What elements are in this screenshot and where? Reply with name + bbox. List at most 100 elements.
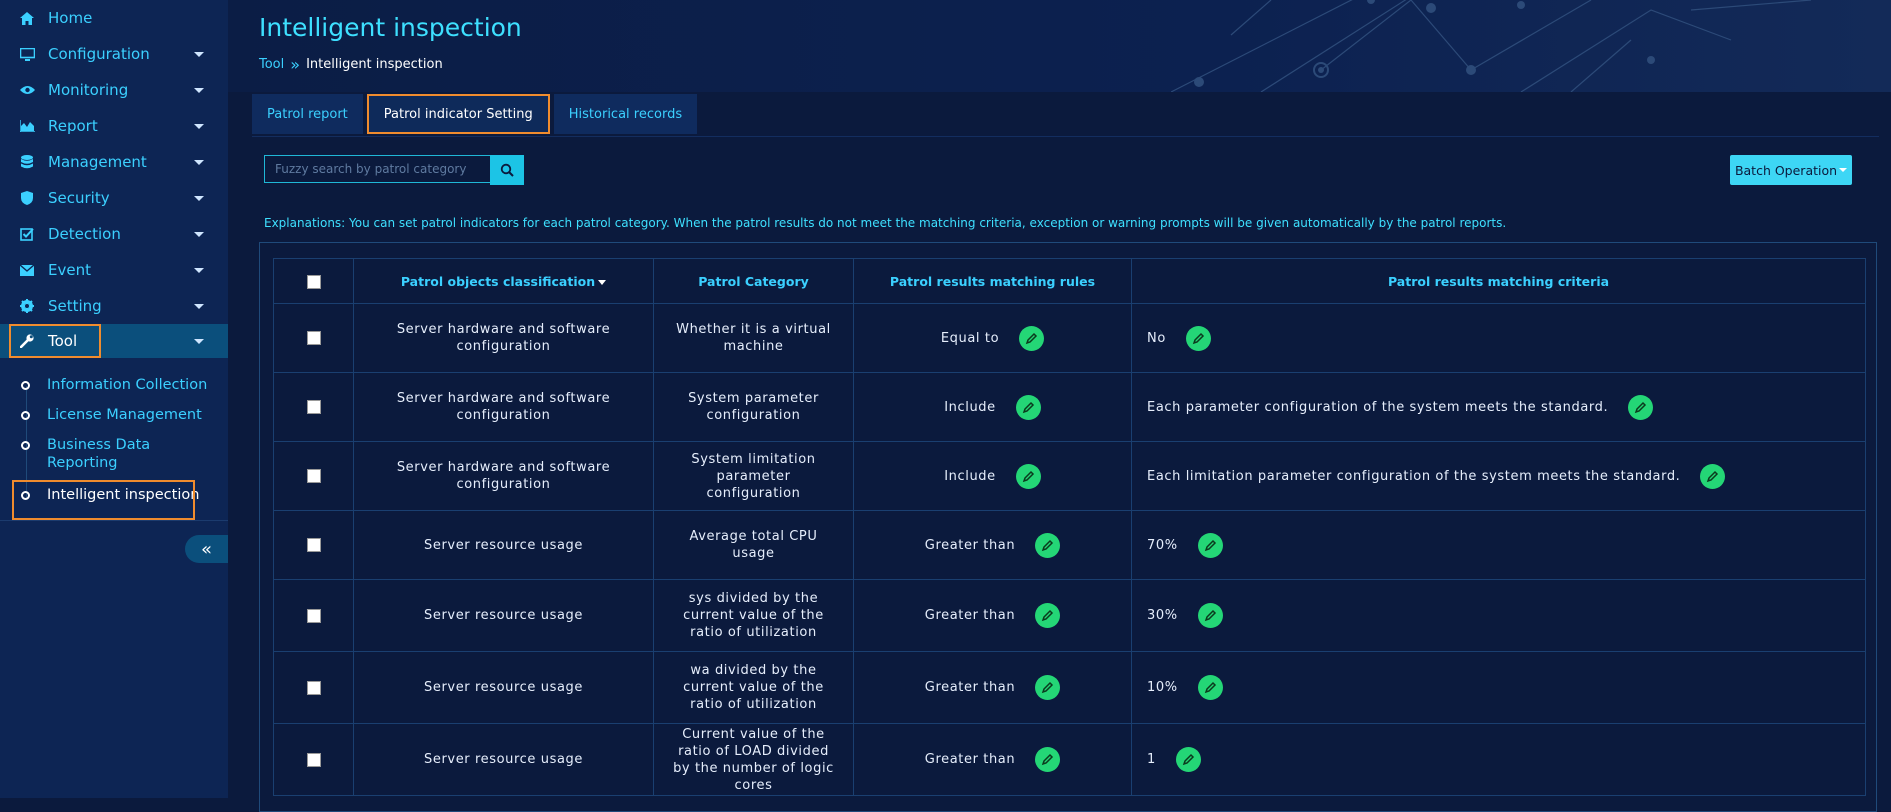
table-row: Server resource usage Current value of t… — [273, 723, 1866, 796]
sort-down-icon[interactable] — [598, 279, 607, 285]
edit-rule-button[interactable] — [1015, 394, 1041, 420]
row-checkbox[interactable] — [306, 608, 321, 623]
cell-rule: Include — [853, 372, 1132, 442]
nav-item-configuration[interactable]: Configuration — [0, 37, 228, 71]
header-classification[interactable]: Patrol objects classification — [353, 258, 654, 304]
cell-category: System parameter configuration — [653, 372, 854, 442]
area-chart-icon — [18, 120, 36, 132]
edit-rule-button[interactable] — [1035, 603, 1061, 628]
pencil-icon — [1042, 539, 1054, 551]
row-checkbox[interactable] — [306, 752, 321, 767]
collapse-sidebar-button[interactable]: « — [185, 535, 228, 563]
cell-criteria: 10% — [1131, 651, 1866, 724]
cell-rule: Greater than — [853, 723, 1132, 796]
intelligent-inspection-highlight-box — [12, 480, 195, 520]
nav-item-detection[interactable]: Detection — [0, 217, 228, 251]
edit-criteria-button[interactable] — [1628, 394, 1654, 420]
double-chevron-left-icon: « — [200, 538, 212, 560]
criteria-text: Each parameter configuration of the syst… — [1147, 399, 1609, 415]
chevron-down-icon — [194, 231, 204, 237]
criteria-text: Each limitation parameter configuration … — [1147, 468, 1681, 484]
edit-criteria-button[interactable] — [1175, 747, 1201, 772]
edit-rule-button[interactable] — [1035, 532, 1061, 558]
row-checkbox[interactable] — [306, 400, 321, 414]
cell-classification: Server resource usage — [353, 651, 654, 724]
nav-item-report[interactable]: Report — [0, 109, 228, 143]
nav-label-setting: Setting — [48, 297, 102, 315]
search-input[interactable] — [264, 155, 490, 183]
nav-item-monitoring[interactable]: Monitoring — [0, 73, 228, 107]
rule-text: Equal to — [940, 330, 1000, 346]
circle-icon — [21, 381, 30, 390]
monitor-icon — [18, 47, 36, 61]
cell-category: Whether it is a virtual machine — [653, 303, 854, 373]
breadcrumb-current: Intelligent inspection — [306, 57, 443, 72]
pencil-icon — [1707, 470, 1719, 482]
shield-icon — [18, 191, 36, 205]
tab-patrol-indicator-setting[interactable]: Patrol indicator Setting — [366, 94, 550, 134]
nav-item-event[interactable]: Event — [0, 253, 228, 287]
chevron-down-icon — [1839, 168, 1848, 172]
row-checkbox[interactable] — [306, 538, 321, 552]
search-box — [264, 155, 524, 185]
check-square-icon — [18, 227, 36, 241]
chevron-down-icon — [194, 87, 204, 93]
sidebar-divider — [0, 520, 228, 521]
nav-item-setting[interactable]: Setting — [0, 289, 228, 323]
table-row: Server hardware and software configurati… — [273, 303, 1866, 373]
select-all-checkbox[interactable] — [306, 274, 321, 289]
pencil-icon — [1204, 609, 1216, 622]
row-checkbox[interactable] — [306, 469, 321, 483]
edit-rule-button[interactable] — [1015, 463, 1041, 489]
sub-item-license-management[interactable]: License Management — [0, 406, 228, 424]
chevron-down-icon — [194, 159, 204, 165]
row-checkbox[interactable] — [306, 331, 321, 345]
tab-historical-records[interactable]: Historical records — [553, 94, 698, 134]
edit-criteria-button[interactable] — [1197, 532, 1223, 558]
sub-item-information-collection[interactable]: Information Collection — [0, 376, 228, 394]
pencil-icon — [1022, 401, 1034, 413]
cell-category: System limitation parameter configuratio… — [653, 441, 854, 511]
edit-rule-button[interactable] — [1035, 747, 1061, 772]
cell-criteria: Each limitation parameter configuration … — [1131, 441, 1866, 511]
edit-criteria-button[interactable] — [1185, 325, 1211, 351]
batch-operation-button[interactable]: Batch Operation — [1730, 155, 1852, 185]
nav-item-management[interactable]: Management — [0, 145, 228, 179]
edit-criteria-button[interactable] — [1197, 603, 1223, 628]
nav-item-security[interactable]: Security — [0, 181, 228, 215]
sub-item-business-data-reporting[interactable]: Business Data Reporting — [0, 436, 170, 472]
row-checkbox[interactable] — [306, 680, 321, 695]
tab-bar: Patrol report Patrol indicator Setting H… — [252, 94, 701, 134]
breadcrumb-link-tool[interactable]: Tool — [259, 57, 284, 72]
criteria-text: No — [1147, 330, 1166, 346]
tab-patrol-report[interactable]: Patrol report — [252, 94, 363, 134]
gear-icon — [18, 299, 36, 313]
table-container: Patrol objects classification Patrol Cat… — [259, 242, 1877, 812]
sub-item-label: License Management — [47, 407, 202, 423]
nav-item-home[interactable]: Home — [0, 1, 228, 35]
pencil-icon — [1042, 609, 1054, 622]
table-row: Server resource usage wa divided by the … — [273, 651, 1866, 724]
search-button[interactable] — [490, 155, 524, 185]
edit-rule-button[interactable] — [1019, 325, 1045, 351]
criteria-text: 30% — [1147, 608, 1178, 623]
criteria-text: 1 — [1147, 752, 1156, 767]
select-all-cell — [273, 258, 354, 304]
breadcrumb: Tool » Intelligent inspection — [259, 55, 443, 74]
edit-criteria-button[interactable] — [1197, 675, 1223, 700]
circle-icon — [21, 441, 30, 450]
cell-category: sys divided by the current value of the … — [653, 579, 854, 652]
nav-label-security: Security — [48, 189, 110, 207]
cell-classification: Server resource usage — [353, 579, 654, 652]
cell-criteria: 1 — [1131, 723, 1866, 796]
nav-label-report: Report — [48, 117, 98, 135]
header-classification-label: Patrol objects classification — [400, 273, 596, 289]
edit-rule-button[interactable] — [1035, 675, 1061, 700]
header-criteria: Patrol results matching criteria — [1131, 258, 1866, 304]
edit-criteria-button[interactable] — [1700, 463, 1726, 489]
chevron-down-icon — [194, 267, 204, 273]
home-icon — [18, 11, 36, 25]
cell-classification: Server hardware and software configurati… — [353, 303, 654, 373]
cell-criteria: No — [1131, 303, 1866, 373]
pencil-icon — [1182, 753, 1194, 766]
